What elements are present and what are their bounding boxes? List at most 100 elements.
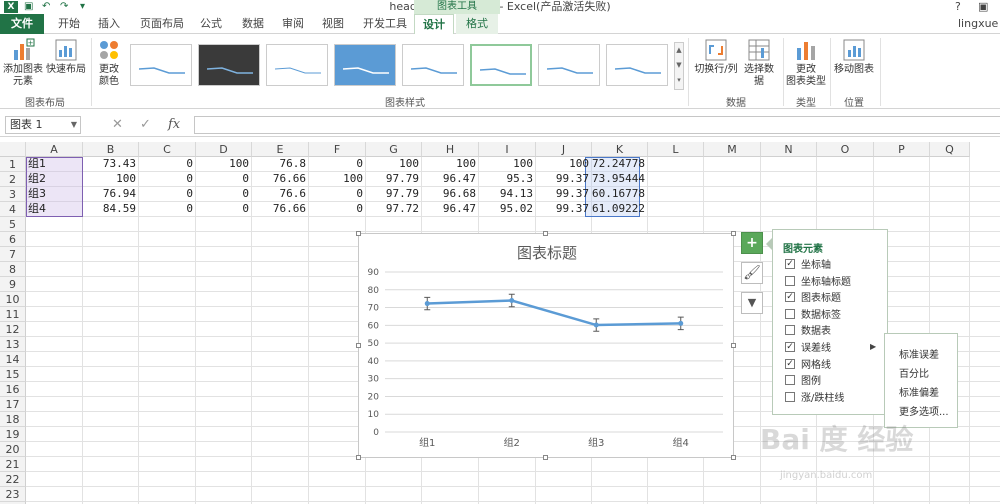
change-colors-button[interactable]: 更改 颜色 (93, 38, 125, 88)
series-line[interactable] (427, 299, 681, 327)
resize-handle[interactable] (543, 455, 548, 460)
resize-handle[interactable] (356, 455, 361, 460)
column-header-k[interactable]: K (592, 142, 648, 157)
cell-i2[interactable]: 95.3 (479, 172, 536, 186)
row-header-5[interactable]: 5 (0, 217, 26, 232)
cell-f1[interactable]: 0 (309, 157, 366, 171)
submenu-more-options[interactable]: 更多选项... (899, 403, 949, 418)
cell-f2[interactable]: 100 (309, 172, 366, 186)
cell-i3[interactable]: 94.13 (479, 187, 536, 201)
tab-data[interactable]: 数据 (236, 14, 270, 34)
cancel-icon[interactable]: ✕ (112, 116, 123, 134)
submenu-standard-deviation[interactable]: 标准偏差 (899, 384, 939, 399)
cell-i4[interactable]: 95.02 (479, 202, 536, 216)
tab-review[interactable]: 审阅 (276, 14, 310, 34)
column-header-a[interactable]: A (26, 142, 83, 157)
cell-e1[interactable]: 76.8 (252, 157, 309, 171)
cell-h2[interactable]: 96.47 (422, 172, 479, 186)
cell-b2[interactable]: 100 (83, 172, 139, 186)
row-header-1[interactable]: 1 (0, 157, 26, 172)
checkbox-icon[interactable]: ✓ (785, 342, 795, 352)
cell-j3[interactable]: 99.37 (536, 187, 592, 201)
enter-icon[interactable]: ✓ (140, 116, 151, 134)
chart-element-option[interactable]: 数据标签 (785, 308, 841, 324)
row-header-14[interactable]: 14 (0, 352, 26, 367)
resize-handle[interactable] (731, 455, 736, 460)
add-chart-element-button[interactable]: + 添加图表 元素 (3, 38, 43, 88)
column-header-l[interactable]: L (648, 142, 704, 157)
checkbox-icon[interactable]: ✓ (785, 292, 795, 303)
chart-filter-icon[interactable]: ▼ (741, 292, 763, 314)
row-header-21[interactable]: 21 (0, 457, 26, 472)
resize-handle[interactable] (356, 231, 361, 236)
tab-insert[interactable]: 插入 (92, 14, 126, 34)
row-header-20[interactable]: 20 (0, 442, 26, 457)
row-header-18[interactable]: 18 (0, 412, 26, 427)
column-header-q[interactable]: Q (930, 142, 970, 157)
cell-j4[interactable]: 99.37 (536, 202, 592, 216)
cell-i1[interactable]: 100 (479, 157, 536, 171)
cell-a4[interactable]: 组4 (26, 202, 83, 216)
cell-k3[interactable]: 60.16778 (592, 187, 648, 201)
tab-file[interactable]: 文件 (0, 14, 44, 34)
row-header-19[interactable]: 19 (0, 427, 26, 442)
tab-formulas[interactable]: 公式 (194, 14, 228, 34)
tab-home[interactable]: 开始 (52, 14, 86, 34)
checkbox-icon[interactable]: ✓ (785, 259, 795, 269)
formula-input[interactable] (194, 116, 1000, 134)
row-header-6[interactable]: 6 (0, 232, 26, 247)
column-header-e[interactable]: E (252, 142, 309, 157)
cell-a3[interactable]: 组3 (26, 187, 83, 201)
column-header-h[interactable]: H (422, 142, 479, 157)
select-data-button[interactable]: 选择数据 (740, 38, 778, 88)
row-header-15[interactable]: 15 (0, 367, 26, 382)
checkbox-icon[interactable] (785, 275, 795, 286)
line-chart[interactable]: 图表标题 0 10 20 30 40 50 60 70 80 90 组1 组2 组3 组4 (358, 233, 734, 458)
column-header-m[interactable]: M (704, 142, 761, 157)
row-header-12[interactable]: 12 (0, 322, 26, 337)
change-chart-type-button[interactable]: 更改 图表类型 (786, 38, 826, 88)
cell-j1[interactable]: 100 (536, 157, 592, 171)
tab-page-layout[interactable]: 页面布局 (134, 14, 190, 34)
row-header-22[interactable]: 22 (0, 472, 26, 487)
tab-view[interactable]: 视图 (316, 14, 350, 34)
row-header-4[interactable]: 4 (0, 202, 26, 217)
cell-g4[interactable]: 97.72 (366, 202, 422, 216)
row-header-3[interactable]: 3 (0, 187, 26, 202)
cell-f4[interactable]: 0 (309, 202, 366, 216)
cell-h3[interactable]: 96.68 (422, 187, 479, 201)
chart-element-option[interactable]: ✓ 误差线 (785, 341, 831, 357)
row-header-9[interactable]: 9 (0, 277, 26, 292)
more-styles-icon[interactable]: ▾ (677, 76, 681, 84)
column-header-d[interactable]: D (196, 142, 252, 157)
column-header-n[interactable]: N (761, 142, 817, 157)
column-header-o[interactable]: O (817, 142, 874, 157)
row-header-13[interactable]: 13 (0, 337, 26, 352)
cell-h1[interactable]: 100 (422, 157, 479, 171)
cell-c3[interactable]: 0 (139, 187, 196, 201)
data-point[interactable] (593, 322, 599, 328)
chart-element-option[interactable]: 数据表 (785, 324, 831, 340)
chart-styles-brush-icon[interactable]: 🖌 (741, 262, 763, 284)
row-header-16[interactable]: 16 (0, 382, 26, 397)
column-header-g[interactable]: G (366, 142, 422, 157)
cell-d3[interactable]: 0 (196, 187, 252, 201)
chart-plot[interactable]: 0 10 20 30 40 50 60 70 80 90 组1 组2 组3 组4 (359, 234, 735, 459)
tab-format[interactable]: 格式 (456, 14, 498, 34)
data-point[interactable] (509, 298, 515, 304)
error-bars-submenu-arrow-icon[interactable]: ▶ (870, 342, 876, 351)
chart-style-7[interactable] (538, 44, 600, 86)
scroll-down-icon[interactable]: ▼ (676, 61, 681, 69)
cell-b3[interactable]: 76.94 (83, 187, 139, 201)
switch-row-column-button[interactable]: 切换行/列 (693, 38, 739, 76)
column-header-j[interactable]: J (536, 142, 592, 157)
cell-b4[interactable]: 84.59 (83, 202, 139, 216)
gallery-scroll[interactable]: ▲ ▼ ▾ (674, 42, 684, 90)
checkbox-icon[interactable] (785, 325, 795, 336)
cell-j2[interactable]: 99.37 (536, 172, 592, 186)
resize-handle[interactable] (543, 231, 548, 236)
move-chart-button[interactable]: 移动图表 (832, 38, 876, 76)
cell-d2[interactable]: 0 (196, 172, 252, 186)
cell-b1[interactable]: 73.43 (83, 157, 139, 171)
cell-h4[interactable]: 96.47 (422, 202, 479, 216)
